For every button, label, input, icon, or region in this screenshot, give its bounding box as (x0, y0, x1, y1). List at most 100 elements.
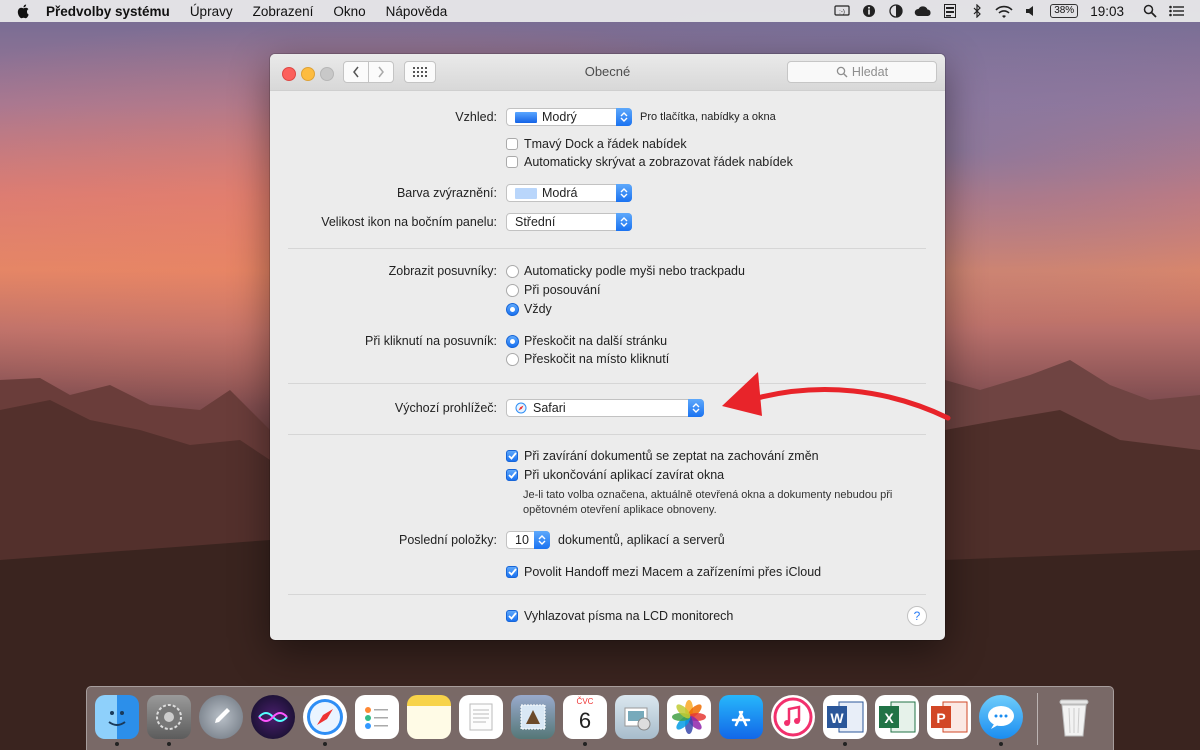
appearance-hint: Pro tlačítka, nabídky a okna (640, 111, 776, 123)
launchpad-icon[interactable] (199, 695, 243, 739)
appearance-popup[interactable]: Modrý (506, 108, 632, 126)
recent-items-value: 10 (515, 533, 529, 547)
menu-view[interactable]: Zobrazení (253, 4, 314, 19)
chevron-up-down-icon (616, 184, 632, 202)
calendar-day: 6 (578, 708, 592, 733)
battery-indicator[interactable]: 38% (1050, 4, 1079, 18)
checkmark-icon (507, 612, 517, 620)
ask-keep-changes-label[interactable]: Při zavírání dokumentů se zeptat na zach… (524, 449, 819, 463)
checkmark-icon (507, 471, 517, 479)
default-browser-value: Safari (533, 401, 566, 415)
reminders-icon[interactable] (355, 695, 399, 739)
safari-icon (515, 402, 527, 414)
svg-text::-): :-) (839, 10, 845, 16)
checkmark-icon (507, 452, 517, 460)
word-icon[interactable]: W (823, 695, 867, 746)
notification-center-icon[interactable] (1168, 4, 1186, 18)
default-browser-popup[interactable]: Safari (506, 399, 704, 417)
scrollbars-always-label[interactable]: Vždy (524, 302, 552, 316)
appearance-label: Vzhled: (455, 110, 497, 124)
safari-icon[interactable] (303, 695, 347, 746)
jump-next-page-label[interactable]: Přeskočit na další stránku (524, 334, 667, 348)
lcd-smoothing-label[interactable]: Vyhlazovat písma na LCD monitorech (524, 609, 733, 623)
spotlight-icon[interactable] (1141, 4, 1159, 18)
sidebar-size-popup[interactable]: Střední (506, 213, 632, 231)
svg-text:X: X (884, 710, 894, 726)
contrast-icon[interactable] (887, 4, 905, 18)
close-windows-label[interactable]: Při ukončování aplikací zavírat okna (524, 468, 724, 482)
notes-icon[interactable] (407, 695, 451, 739)
menu-edit[interactable]: Úpravy (190, 4, 233, 19)
messages-icon[interactable] (979, 695, 1023, 746)
powerpoint-icon[interactable]: P (927, 695, 971, 739)
calendar-icon[interactable]: ČVC 6 (563, 695, 607, 746)
color-swatch (515, 111, 537, 123)
volume-icon[interactable] (1022, 4, 1040, 18)
close-windows-checkbox[interactable] (506, 469, 518, 481)
separator (288, 434, 926, 435)
handoff-checkbox[interactable] (506, 566, 518, 578)
search-icon (836, 66, 848, 78)
cloud-icon[interactable] (914, 4, 932, 18)
scrollbars-label: Zobrazit posuvníky: (388, 264, 497, 278)
menu-icon[interactable] (941, 4, 959, 18)
info-icon[interactable] (860, 4, 878, 18)
scrollbars-auto-radio[interactable] (506, 264, 519, 278)
general-preferences-window: Obecné Hledat Vzhled: Modrý Pro tlačítka… (270, 54, 945, 640)
apple-icon[interactable] (16, 3, 32, 19)
default-browser-label: Výchozí prohlížeč: (394, 401, 497, 415)
dock-separator (1037, 693, 1038, 745)
search-placeholder: Hledat (851, 65, 889, 79)
dark-dock-label[interactable]: Tmavý Dock a řádek nabídek (524, 137, 687, 151)
recent-items-label: Poslední položky: (399, 533, 497, 547)
svg-text:P: P (936, 710, 945, 726)
siri-icon[interactable] (251, 695, 295, 739)
chevron-up-down-icon (534, 531, 550, 549)
ask-keep-changes-checkbox[interactable] (506, 450, 518, 462)
jump-click-spot-radio[interactable] (506, 352, 519, 366)
app-store-icon[interactable] (719, 695, 763, 739)
dark-dock-checkbox[interactable] (506, 138, 518, 150)
scroll-click-label: Při kliknutí na posuvník: (364, 334, 497, 348)
menu-system-preferences[interactable]: Předvolby systému (46, 4, 170, 19)
search-field[interactable]: Hledat (787, 61, 937, 83)
menu-bar: Předvolby systému Úpravy Zobrazení Okno … (0, 0, 1200, 22)
trash-icon[interactable] (1052, 695, 1096, 739)
checkmark-icon (507, 568, 517, 576)
wifi-icon[interactable] (995, 4, 1013, 18)
recent-items-popup[interactable]: 10 (506, 531, 550, 549)
display-icon[interactable]: :-) (833, 4, 851, 18)
finder-icon[interactable] (95, 695, 139, 746)
photos-icon[interactable] (667, 695, 711, 739)
autohide-menu-label[interactable]: Automaticky skrývat a zobrazovat řádek n… (524, 155, 793, 169)
svg-text:W: W (830, 710, 844, 726)
clock[interactable]: 19:03 (1090, 4, 1124, 19)
jump-click-spot-label[interactable]: Přeskočit na místo kliknutí (524, 352, 669, 366)
bluetooth-icon[interactable] (968, 4, 986, 18)
mail-stamp-icon[interactable] (511, 695, 555, 739)
separator (288, 594, 926, 595)
textedit-icon[interactable] (459, 695, 503, 739)
dock: ČVC 6 W X P (86, 686, 1114, 750)
sidebar-size-label: Velikost ikon na bočním panelu: (321, 215, 497, 229)
autohide-menu-checkbox[interactable] (506, 156, 518, 168)
scrollbars-scrolling-label[interactable]: Při posouvání (524, 283, 600, 297)
chevron-up-down-icon (616, 108, 632, 126)
scrollbars-auto-label[interactable]: Automaticky podle myši nebo trackpadu (524, 264, 745, 278)
appearance-value: Modrý (542, 110, 577, 124)
itunes-icon[interactable] (771, 695, 815, 739)
excel-icon[interactable]: X (875, 695, 919, 739)
system-preferences-icon[interactable] (147, 695, 191, 746)
preview-icon[interactable] (615, 695, 659, 739)
handoff-label[interactable]: Povolit Handoff mezi Macem a zařízeními … (524, 565, 821, 579)
menu-window[interactable]: Okno (333, 4, 365, 19)
scrollbars-scrolling-radio[interactable] (506, 283, 519, 297)
jump-next-page-radio[interactable] (506, 334, 519, 348)
highlight-popup[interactable]: Modrá (506, 184, 632, 202)
lcd-smoothing-checkbox[interactable] (506, 610, 518, 622)
menu-help[interactable]: Nápověda (386, 4, 448, 19)
highlight-label: Barva zvýraznění: (396, 186, 497, 200)
help-button[interactable]: ? (907, 606, 927, 626)
scrollbars-always-radio[interactable] (506, 302, 519, 316)
close-windows-note: Je-li tato volba označena, aktuálně otev… (523, 489, 893, 516)
